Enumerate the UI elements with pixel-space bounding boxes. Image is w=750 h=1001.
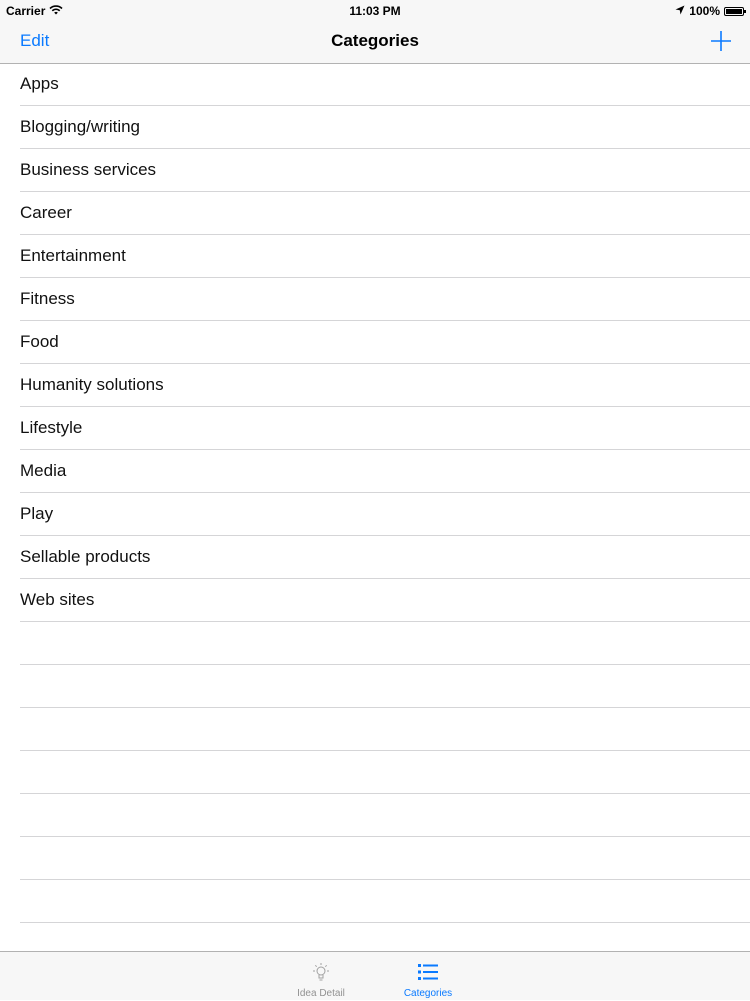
table-row[interactable]: Apps xyxy=(0,63,750,106)
battery-icon xyxy=(724,6,746,16)
category-label: Food xyxy=(20,332,59,351)
tab-categories-label: Categories xyxy=(403,988,453,999)
status-bar: Carrier 11:03 PM 100% xyxy=(0,0,750,22)
table-row[interactable]: Humanity solutions xyxy=(0,364,750,407)
category-label: Entertainment xyxy=(20,246,126,265)
empty-table-row xyxy=(0,880,750,923)
empty-table-row xyxy=(0,837,750,880)
status-right: 100% xyxy=(675,4,746,18)
category-label: Play xyxy=(20,504,54,523)
empty-table-row xyxy=(0,665,750,708)
status-time: 11:03 PM xyxy=(349,4,401,18)
table-row[interactable]: Media xyxy=(0,450,750,493)
table-row[interactable]: Fitness xyxy=(0,278,750,321)
location-arrow-icon xyxy=(675,4,685,18)
table-row[interactable]: Web sites xyxy=(0,579,750,622)
lightbulb-icon xyxy=(310,961,332,983)
tab-categories[interactable]: Categories xyxy=(383,952,473,1001)
category-label: Career xyxy=(20,203,72,222)
empty-table-row xyxy=(0,708,750,751)
plus-icon[interactable] xyxy=(710,30,732,52)
category-label: Sellable products xyxy=(20,547,151,566)
category-label: Blogging/writing xyxy=(20,117,141,136)
table-row[interactable]: Food xyxy=(0,321,750,364)
category-label: Media xyxy=(20,461,67,480)
tab-bar: Idea Detail Categories xyxy=(0,951,750,1000)
category-label: Humanity solutions xyxy=(20,375,164,394)
page-title: Categories xyxy=(331,31,419,50)
battery-percentage: 100% xyxy=(689,4,720,18)
empty-table-row xyxy=(0,622,750,665)
navigation-bar: Edit Categories xyxy=(0,22,750,64)
table-row[interactable]: Blogging/writing xyxy=(0,106,750,149)
list-icon xyxy=(417,961,439,983)
tab-idea-detail[interactable]: Idea Detail xyxy=(276,952,366,1001)
category-label: Web sites xyxy=(20,590,95,609)
category-label: Apps xyxy=(20,74,59,93)
category-label: Business services xyxy=(20,160,157,179)
table-row[interactable]: Lifestyle xyxy=(0,407,750,450)
category-label: Lifestyle xyxy=(20,418,83,437)
table-row[interactable]: Career xyxy=(0,192,750,235)
category-label: Fitness xyxy=(20,289,75,308)
tab-idea-detail-label: Idea Detail xyxy=(297,988,345,999)
table-row[interactable]: Entertainment xyxy=(0,235,750,278)
table-row[interactable]: Sellable products xyxy=(0,536,750,579)
category-list: Apps Blogging/writing Business services Car… xyxy=(0,63,750,923)
empty-table-row xyxy=(0,751,750,794)
table-row[interactable]: Play xyxy=(0,493,750,536)
empty-table-row xyxy=(0,794,750,837)
table-row[interactable]: Business services xyxy=(0,149,750,192)
